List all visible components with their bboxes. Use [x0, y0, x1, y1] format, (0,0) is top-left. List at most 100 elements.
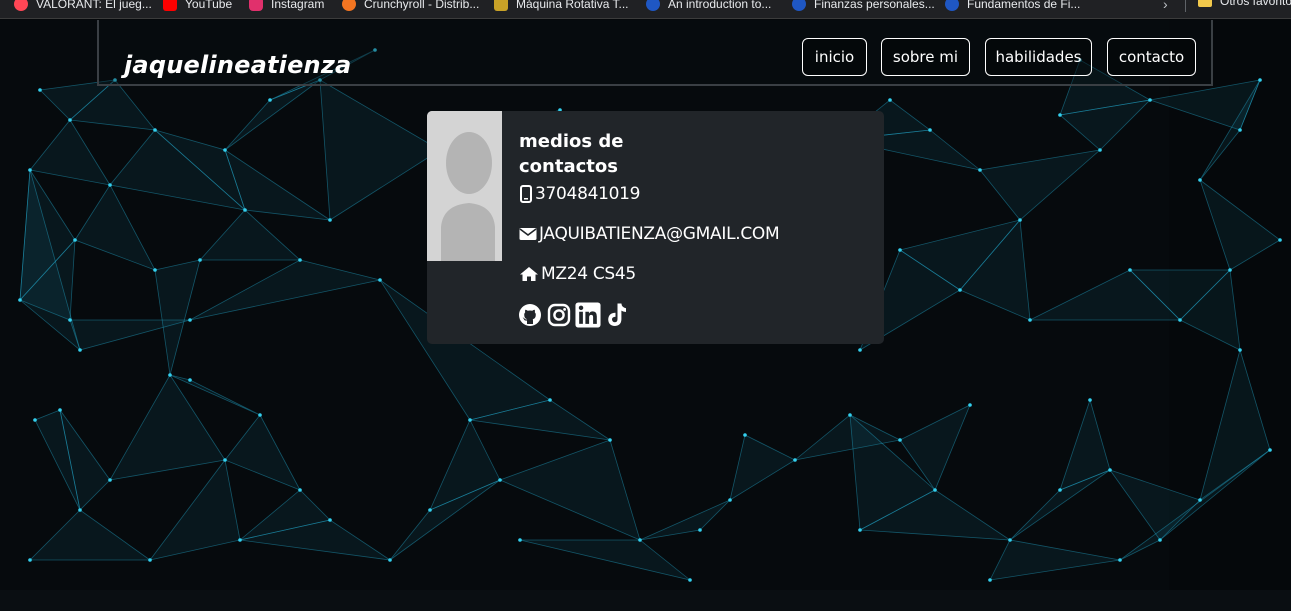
network-node: [1258, 78, 1262, 82]
network-node: [188, 318, 192, 322]
phone-icon: [520, 185, 532, 203]
network-node: [1228, 268, 1232, 272]
network-node: [978, 168, 982, 172]
network-node: [793, 458, 797, 462]
network-node: [328, 518, 332, 522]
tiktok-icon[interactable]: [604, 301, 630, 329]
network-node: [1088, 398, 1092, 402]
bookmark-label: An introduction to...: [668, 0, 772, 11]
network-node: [73, 238, 77, 242]
nav-habilidades-button[interactable]: habilidades: [985, 38, 1092, 76]
network-node: [548, 398, 552, 402]
network-node: [1128, 268, 1132, 272]
network-node: [28, 168, 32, 172]
network-node: [1058, 113, 1062, 117]
network-node: [1118, 558, 1122, 562]
bookmark-fundamentos[interactable]: Fundamentos de Fi...: [945, 0, 1080, 13]
network-node: [1238, 348, 1242, 352]
envelope-icon: [519, 228, 537, 240]
bookmark-label: VALORANT: El jueg...: [36, 0, 152, 11]
network-node: [38, 88, 42, 92]
crunchyroll-icon: [342, 0, 356, 11]
network-node: [298, 258, 302, 262]
bookmark-finanzas[interactable]: Finanzas personales...: [792, 0, 935, 13]
network-node: [108, 183, 112, 187]
nav-sobre-mi-button[interactable]: sobre mi: [881, 38, 970, 76]
network-node: [1158, 538, 1162, 542]
bookmark-crunchyroll[interactable]: Crunchyroll - Distrib...: [342, 0, 479, 13]
network-node: [298, 488, 302, 492]
phone-row: 3704841019: [519, 184, 640, 204]
network-node: [223, 458, 227, 462]
bookmark-label: Finanzas personales...: [814, 0, 935, 11]
bookmark-label: Instagram: [271, 0, 325, 11]
network-node: [1058, 488, 1062, 492]
network-node: [1278, 238, 1282, 242]
bookmark-valorant[interactable]: VALORANT: El jueg...: [14, 0, 152, 13]
network-node: [243, 208, 247, 212]
network-node: [848, 413, 852, 417]
nav-inicio-button[interactable]: inicio: [802, 38, 867, 76]
divider: [1185, 0, 1186, 12]
other-bookmarks[interactable]: Otros favoritos: [1220, 0, 1291, 8]
network-node: [928, 128, 932, 132]
network-node: [68, 318, 72, 322]
network-node: [168, 373, 172, 377]
contact-card: medios de contactos 3704841019 JAQUIBATI…: [427, 111, 884, 344]
network-node: [888, 98, 892, 102]
network-node: [33, 418, 37, 422]
folder-icon[interactable]: [1198, 0, 1212, 7]
card-title-line: contactos: [519, 156, 618, 177]
network-node: [898, 248, 902, 252]
network-node: [78, 508, 82, 512]
network-node: [958, 288, 962, 292]
brand-logo[interactable]: jaquelineatienza: [124, 51, 351, 79]
network-node: [268, 98, 272, 102]
avatar-placeholder-icon: [427, 111, 502, 261]
network-node: [968, 403, 972, 407]
network-node: [28, 558, 32, 562]
bottom-strip: [0, 590, 1291, 611]
nav-contacto-button[interactable]: contacto: [1107, 38, 1196, 76]
chevron-right-icon[interactable]: ›: [1163, 0, 1168, 12]
instagram-icon: [249, 0, 263, 11]
linkedin-icon[interactable]: [575, 301, 601, 329]
network-node: [743, 433, 747, 437]
instagram-icon[interactable]: [546, 301, 572, 329]
bookmark-label: YouTube: [185, 0, 233, 11]
bookmark-introduction[interactable]: An introduction to...: [646, 0, 771, 13]
network-node: [153, 268, 157, 272]
network-node: [518, 538, 522, 542]
network-node: [1028, 318, 1032, 322]
network-node: [428, 508, 432, 512]
valorant-icon: [14, 0, 28, 11]
network-node: [468, 418, 472, 422]
network-node: [198, 258, 202, 262]
network-node: [728, 498, 732, 502]
network-node: [388, 558, 392, 562]
coursera-icon: [792, 0, 806, 11]
coursera-icon: [945, 0, 959, 11]
maquina-icon: [494, 0, 508, 11]
network-node: [378, 278, 382, 282]
github-icon[interactable]: [517, 301, 543, 329]
network-node: [223, 148, 227, 152]
network-node: [1198, 178, 1202, 182]
network-node: [1008, 538, 1012, 542]
card-title: medios de contactos: [519, 129, 679, 179]
network-node: [858, 348, 862, 352]
bookmark-maquina[interactable]: Máquina Rotativa T...: [494, 0, 629, 13]
bookmark-youtube[interactable]: YouTube: [163, 0, 232, 13]
bookmarks-bar: VALORANT: El jueg... YouTube Instagram C…: [0, 0, 1291, 19]
network-node: [1148, 98, 1152, 102]
bookmark-instagram[interactable]: Instagram: [249, 0, 324, 13]
network-node: [933, 488, 937, 492]
network-node: [108, 478, 112, 482]
phone-number: 3704841019: [535, 184, 641, 204]
network-node: [18, 298, 22, 302]
navbar: jaquelineatienza inicio sobre mi habilid…: [97, 20, 1213, 86]
network-node: [898, 438, 902, 442]
network-node: [1178, 318, 1182, 322]
network-node: [78, 348, 82, 352]
network-node: [638, 538, 642, 542]
